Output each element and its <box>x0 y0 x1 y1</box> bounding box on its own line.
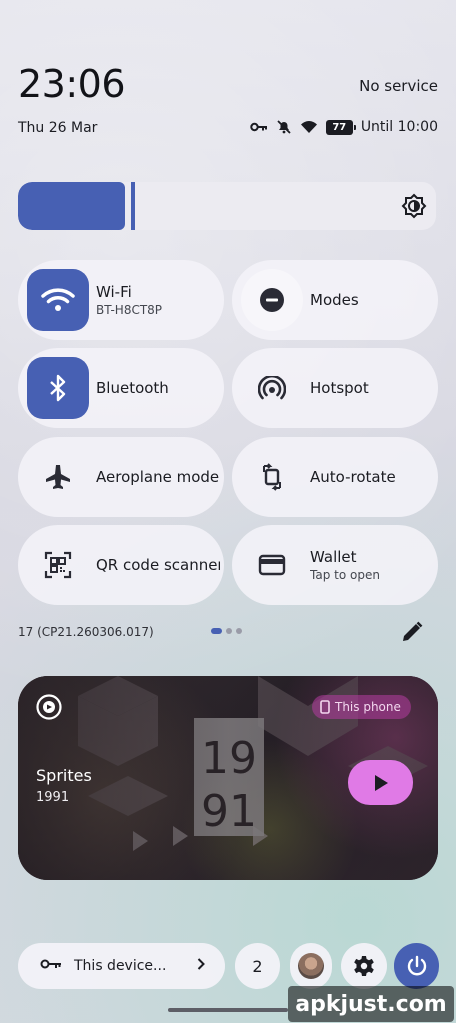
tile-label: Modes <box>310 291 359 309</box>
user-switcher-button[interactable] <box>290 943 332 989</box>
wifi-signal-icon <box>300 120 318 134</box>
play-icon <box>374 774 388 791</box>
tile-label: Bluetooth <box>96 379 169 397</box>
brightness-slider[interactable] <box>18 182 436 230</box>
tile-label: Aeroplane mode <box>96 468 220 486</box>
alarm-label: Until 10:00 <box>360 119 438 135</box>
device-key-icon <box>40 958 62 974</box>
tile-sublabel: BT-H8CT8P <box>96 303 163 317</box>
page-dot <box>236 628 242 634</box>
tile-label: Auto-rotate <box>310 468 396 486</box>
media-player-card[interactable]: 19 91 This phone Sprites 1991 <box>18 676 438 880</box>
date-label[interactable]: Thu 26 Mar <box>18 120 97 136</box>
power-button[interactable] <box>394 943 439 989</box>
gear-icon <box>354 956 374 976</box>
silent-icon <box>276 119 292 135</box>
edit-icon[interactable] <box>400 620 424 648</box>
tile-hotspot[interactable]: Hotspot <box>232 348 438 428</box>
power-icon <box>407 955 426 976</box>
status-icons: 77 Until 10:00 <box>250 119 438 135</box>
airplane-icon[interactable] <box>27 446 89 508</box>
avatar <box>298 953 324 979</box>
page-dot <box>226 628 232 634</box>
brightness-fill <box>18 182 125 230</box>
tile-bluetooth[interactable]: Bluetooth <box>18 348 224 428</box>
modes-icon[interactable] <box>241 269 303 331</box>
tile-sublabel: Tap to open <box>310 568 380 582</box>
media-app-icon <box>36 694 62 724</box>
auto-rotate-icon[interactable] <box>241 446 303 508</box>
page-indicator <box>211 628 242 634</box>
play-button[interactable] <box>348 760 413 805</box>
tile-auto-rotate[interactable]: Auto-rotate <box>232 437 438 517</box>
phone-icon <box>320 700 330 714</box>
qr-code-icon[interactable] <box>27 534 89 596</box>
tile-modes[interactable]: Modes <box>232 260 438 340</box>
brightness-icon <box>400 192 428 224</box>
chevron-right-icon <box>197 958 205 974</box>
settings-button[interactable] <box>341 943 387 989</box>
notification-count-button[interactable]: 2 <box>235 943 280 989</box>
tile-label: Wallet <box>310 548 357 566</box>
tile-label: QR code scanner <box>96 556 220 574</box>
media-artist: 1991 <box>36 790 70 805</box>
media-title: Sprites <box>36 766 92 785</box>
carrier-label: No service <box>359 77 438 95</box>
tile-wifi[interactable]: Wi-Fi BT-H8CT8P <box>18 260 224 340</box>
tile-label: Wi-Fi <box>96 283 132 301</box>
tile-wallet[interactable]: Wallet Tap to open <box>232 525 438 605</box>
clock[interactable]: 23:06 <box>18 62 126 106</box>
home-indicator[interactable] <box>168 1008 288 1012</box>
output-device-label: This phone <box>335 700 401 714</box>
build-number[interactable]: 17 (CP21.260306.017) <box>18 625 154 639</box>
watermark: apkjust.com <box>288 986 454 1022</box>
bluetooth-icon[interactable] <box>27 357 89 419</box>
vpn-key-icon <box>250 121 268 133</box>
tile-aeroplane-mode[interactable]: Aeroplane mode <box>18 437 224 517</box>
device-controls-label: This device... <box>74 958 167 974</box>
brightness-handle[interactable] <box>131 182 135 230</box>
wifi-icon[interactable] <box>27 269 89 331</box>
page-dot <box>211 628 222 634</box>
hotspot-icon[interactable] <box>241 357 303 419</box>
tile-label: Hotspot <box>310 379 369 397</box>
output-device-chip[interactable]: This phone <box>312 695 411 719</box>
device-controls-button[interactable]: This device... <box>18 943 225 989</box>
battery-icon: 77 <box>325 119 356 135</box>
tile-qr-code-scanner[interactable]: QR code scanner <box>18 525 224 605</box>
wallet-icon[interactable] <box>241 534 303 596</box>
